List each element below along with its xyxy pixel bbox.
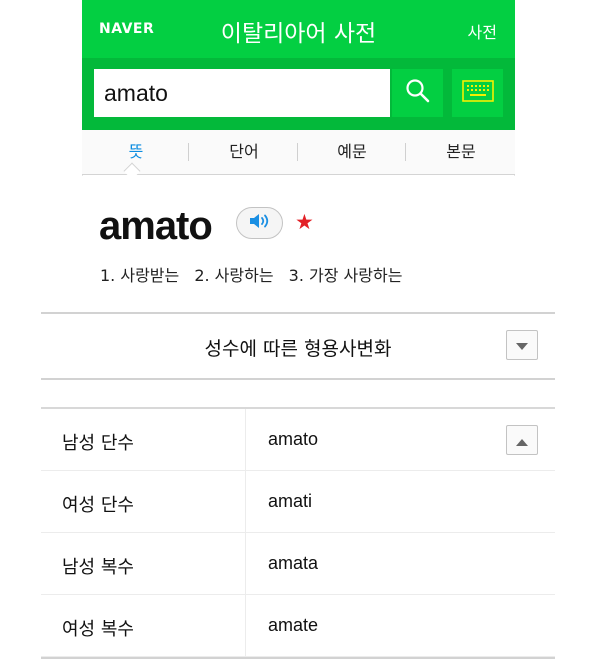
speaker-icon [248,212,272,234]
top-bar: NAVER 이탈리아어 사전 사전 [82,0,515,58]
page-title: 이탈리아어 사전 [220,21,377,47]
collapse-button[interactable] [506,425,538,455]
star-icon[interactable]: ★ [295,210,314,234]
tab-examples[interactable]: 예문 [298,130,406,174]
search-input[interactable] [94,69,390,117]
form-label: 여성 단수 [62,495,134,516]
tab-divider [405,143,406,161]
expand-button[interactable] [506,330,538,360]
headword: amato [99,204,213,248]
declension-table: 남성 단수 amato 여성 단수 amati 남성 복수 amata 여성 복… [41,407,555,659]
form-label: 남성 복수 [62,557,134,578]
search-button[interactable] [392,69,443,117]
form-value: amata [268,553,319,573]
declension-header[interactable]: 성수에 따른 형용사변화 [41,312,555,380]
table-row: 여성 복수 amate [41,595,555,657]
form-value: amato [268,429,319,449]
keyboard-icon [461,80,494,106]
table-row: 여성 단수 amati [41,471,555,533]
form-label: 여성 복수 [62,619,134,640]
tab-words[interactable]: 단어 [190,130,298,174]
tab-text[interactable]: 본문 [407,130,515,174]
result-tabs: 뜻 단어 예문 본문 [82,130,515,175]
form-value: amate [268,615,319,635]
chevron-down-icon [516,336,528,355]
column-divider [245,409,246,657]
meaning-list: 1. 사랑받는 2. 사랑하는 3. 가장 사랑하는 [100,262,412,286]
entry-card: amato ★ 1. 사랑받는 2. 사랑하는 3. 가장 사랑하는 [82,176,515,312]
meaning-item: 1. 사랑받는 [100,266,180,285]
dictionary-app: NAVER 이탈리아어 사전 사전 amato 뜻 단어 예문 본문 amato… [82,0,515,312]
table-row: 남성 단수 amato [41,409,555,471]
tab-divider [188,143,189,161]
meaning-item: 3. 가장 사랑하는 [288,266,403,285]
table-row: 남성 복수 amata [41,533,555,595]
keyboard-button[interactable] [452,69,503,117]
form-value: amati [268,491,313,511]
meaning-item: 2. 사랑하는 [194,266,274,285]
search-icon [405,78,431,108]
dictionary-link[interactable]: 사전 [468,19,497,43]
form-label: 남성 단수 [62,433,134,454]
pronunciation-button[interactable] [236,207,283,239]
chevron-up-icon [516,431,528,450]
search-bar [82,58,515,130]
declension-title: 성수에 따른 형용사변화 [204,338,392,360]
